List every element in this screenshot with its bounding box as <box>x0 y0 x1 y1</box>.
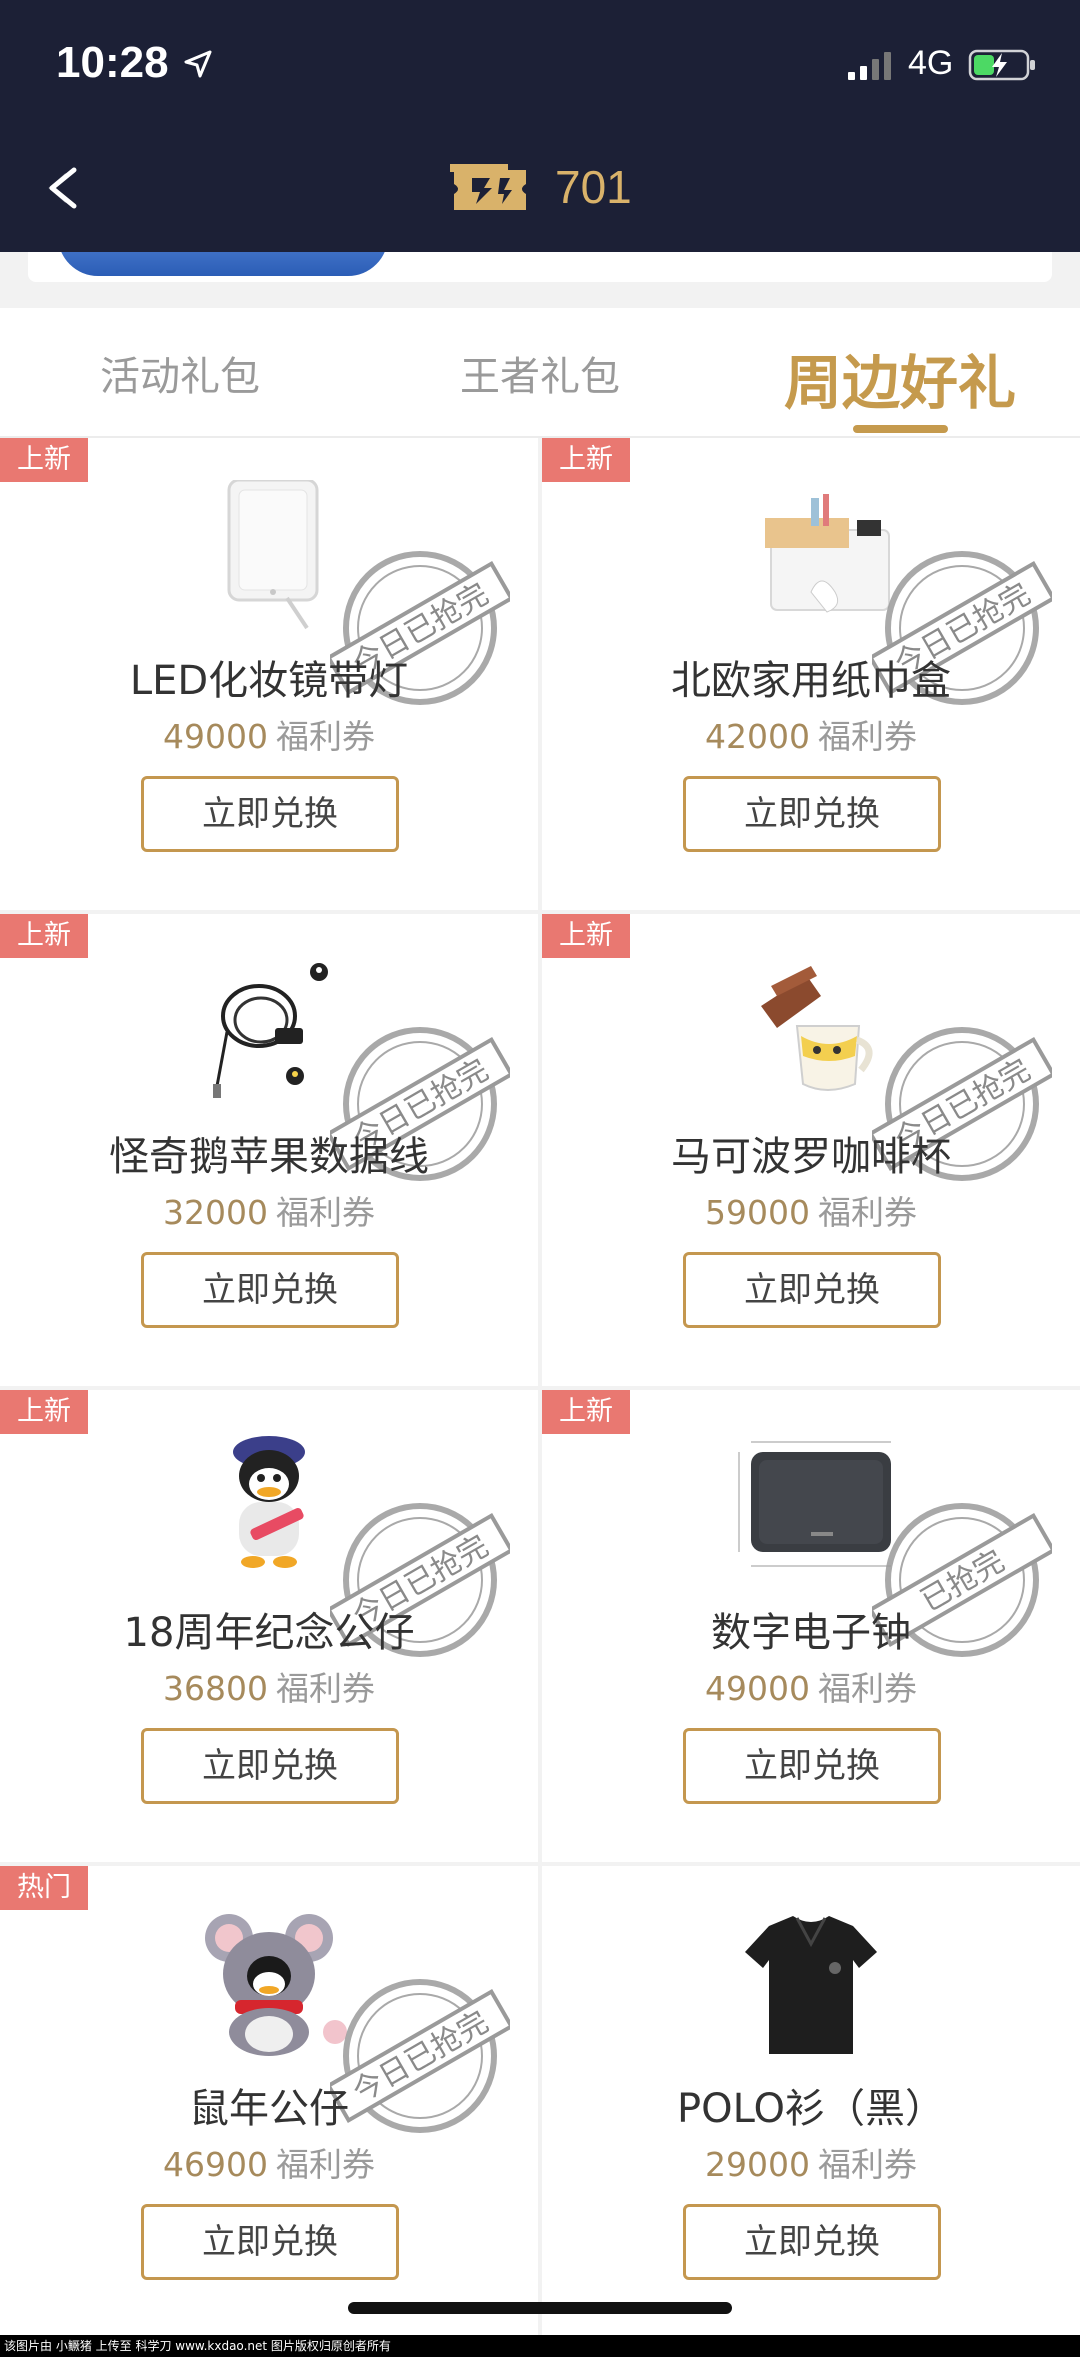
product-card[interactable]: 上新 今日已抢完 18周年纪念公仔 36800 福利券 立即兑换 <box>0 1390 538 1862</box>
price-value: 49000 <box>163 717 268 756</box>
redeem-button[interactable]: 立即兑换 <box>683 776 941 852</box>
redeem-button[interactable]: 立即兑换 <box>683 1728 941 1804</box>
active-tab-indicator <box>853 425 948 433</box>
redeem-button[interactable]: 立即兑换 <box>683 1252 941 1328</box>
tab-label: 活动礼包 <box>100 354 260 400</box>
location-arrow-icon <box>184 50 212 78</box>
price-value: 29000 <box>705 2145 810 2184</box>
tab-label: 王者礼包 <box>460 354 620 400</box>
signal-icon <box>848 52 891 80</box>
product-name: 马可波罗咖啡杯 <box>671 1134 951 1180</box>
banner-strip[interactable] <box>28 252 1052 282</box>
new-badge: 上新 <box>0 438 88 482</box>
network-label: 4G <box>908 44 954 82</box>
new-badge: 上新 <box>542 438 630 482</box>
app-root: 10:28 4G 701 活动礼包 王者礼包 周边好礼 上新 今日已抢完 LED… <box>0 0 1080 2357</box>
product-name: 怪奇鹅苹果数据线 <box>109 1134 429 1180</box>
redeem-button[interactable]: 立即兑换 <box>683 2204 941 2280</box>
price-value: 42000 <box>705 717 810 756</box>
new-badge: 上新 <box>542 1390 630 1434</box>
ticket-icon <box>450 164 526 210</box>
product-name: POLO衫（黑） <box>677 2086 945 2132</box>
product-card[interactable]: 上新 今日已抢完 怪奇鹅苹果数据线 32000 福利券 立即兑换 <box>0 914 538 1386</box>
product-name: 18周年纪念公仔 <box>123 1610 415 1656</box>
polo-shirt-image <box>745 1916 877 2054</box>
price-unit: 福利券 <box>817 1669 917 1708</box>
product-price: 32000 福利券 <box>0 1186 538 1234</box>
new-badge: 上新 <box>0 1390 88 1434</box>
redeem-button[interactable]: 立即兑换 <box>141 776 399 852</box>
hot-badge: 热门 <box>0 1866 88 1910</box>
tab-merch-gifts[interactable]: 周边好礼 <box>720 308 1080 436</box>
price-value: 49000 <box>705 1669 810 1708</box>
product-price: 42000 福利券 <box>542 710 1080 758</box>
tab-label: 周边好礼 <box>783 349 1016 417</box>
price-unit: 福利券 <box>817 2145 917 2184</box>
banner-image <box>58 252 388 276</box>
redeem-button[interactable]: 立即兑换 <box>141 1728 399 1804</box>
product-card[interactable]: 上新 已抢完 数字电子钟 49000 福利券 立即兑换 <box>542 1390 1080 1862</box>
tab-activity-gifts[interactable]: 活动礼包 <box>0 308 360 436</box>
price-unit: 福利券 <box>817 717 917 756</box>
watermark-footer: 该图片由 小鳜猪 上传至 科学刀 www.kxdao.net 图片版权归原创者所… <box>0 2335 1080 2357</box>
product-name: 数字电子钟 <box>711 1610 911 1656</box>
product-price: 36800 福利券 <box>0 1662 538 1710</box>
status-time: 10:28 <box>56 38 169 87</box>
product-price: 29000 福利券 <box>542 2138 1080 2186</box>
price-unit: 福利券 <box>275 1669 375 1708</box>
new-badge: 上新 <box>0 914 88 958</box>
price-unit: 福利券 <box>275 717 375 756</box>
product-card[interactable]: 上新 今日已抢完 马可波罗咖啡杯 59000 福利券 立即兑换 <box>542 914 1080 1386</box>
price-value: 46900 <box>163 2145 268 2184</box>
product-name: LED化妆镜带灯 <box>129 658 409 704</box>
product-card[interactable]: POLO衫（黑） 29000 福利券 立即兑换 <box>542 1866 1080 2338</box>
category-tabs: 活动礼包 王者礼包 周边好礼 <box>0 308 1080 438</box>
product-card[interactable]: 热门 今日已抢完 鼠年公仔 46900 福利券 立即兑换 <box>0 1866 538 2338</box>
product-price: 49000 福利券 <box>542 1662 1080 1710</box>
price-unit: 福利券 <box>275 2145 375 2184</box>
product-name: 北欧家用纸巾盒 <box>671 658 951 704</box>
redeem-button[interactable]: 立即兑换 <box>141 2204 399 2280</box>
price-value: 32000 <box>163 1193 268 1232</box>
top-header: 10:28 4G 701 <box>0 0 1080 252</box>
product-card[interactable]: 上新 今日已抢完 LED化妆镜带灯 49000 福利券 立即兑换 <box>0 438 538 910</box>
home-indicator[interactable] <box>348 2302 732 2314</box>
battery-charging-icon <box>968 49 1035 81</box>
redeem-button[interactable]: 立即兑换 <box>141 1252 399 1328</box>
product-price: 49000 福利券 <box>0 710 538 758</box>
product-card[interactable]: 上新 今日已抢完 北欧家用纸巾盒 42000 福利券 立即兑换 <box>542 438 1080 910</box>
coupon-count: 701 <box>555 161 632 213</box>
price-value: 36800 <box>163 1669 268 1708</box>
back-icon[interactable] <box>40 160 90 216</box>
price-unit: 福利券 <box>817 1193 917 1232</box>
tab-king-gifts[interactable]: 王者礼包 <box>360 308 720 436</box>
product-price: 46900 福利券 <box>0 2138 538 2186</box>
price-value: 59000 <box>705 1193 810 1232</box>
product-price: 59000 福利券 <box>542 1186 1080 1234</box>
new-badge: 上新 <box>542 914 630 958</box>
price-unit: 福利券 <box>275 1193 375 1232</box>
product-name: 鼠年公仔 <box>189 2086 349 2132</box>
